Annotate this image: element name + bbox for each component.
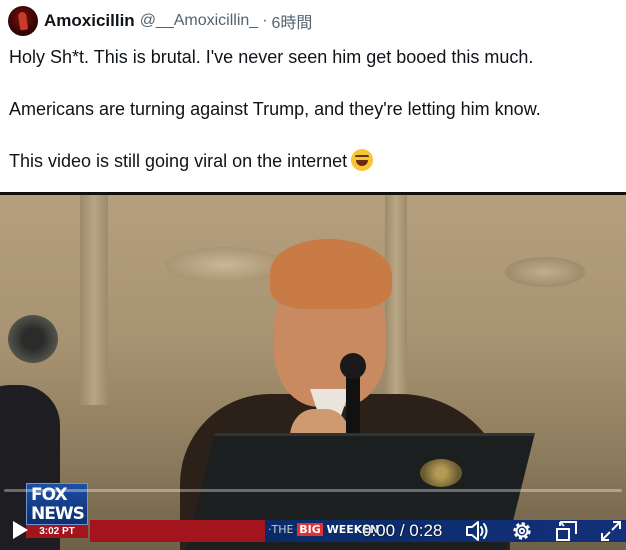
author-handle[interactable]: @__Amoxicillin_ (140, 12, 259, 30)
author-name[interactable]: Amoxicillin (44, 11, 135, 31)
post-line: This video is still going viral on the i… (9, 148, 609, 174)
volume-icon (466, 521, 488, 541)
video-player[interactable]: ·THE BIG WEEKEN FOX NEWS 3:02 PT 0:00 / … (0, 192, 626, 550)
current-time: 0:00 (362, 521, 396, 540)
podium-seal (420, 459, 462, 487)
volume-button[interactable] (464, 518, 490, 544)
post-line: Americans are turning against Trump, and… (9, 99, 541, 119)
progress-bar[interactable] (4, 489, 622, 492)
post-line-text: This video is still going viral on the i… (9, 151, 348, 171)
grinning-squinting-face-icon (351, 149, 374, 171)
post-header: Amoxicillin @__Amoxicillin_ · 6時間 (8, 6, 312, 36)
time-readout: 0:00 / 0:28 (362, 521, 442, 541)
fullscreen-icon (601, 521, 621, 541)
play-icon (13, 521, 28, 539)
video-frame (0, 195, 626, 550)
time-separator: / (399, 521, 405, 540)
fullscreen-button[interactable] (598, 518, 624, 544)
miniplayer-icon (556, 521, 577, 541)
post-line: Holy Sh*t. This is brutal. I've never se… (9, 47, 534, 67)
play-button[interactable] (10, 519, 30, 541)
post-text: Holy Sh*t. This is brutal. I've never se… (9, 44, 609, 174)
avatar[interactable] (8, 6, 38, 36)
duration: 0:28 (409, 521, 443, 540)
settings-button[interactable] (509, 518, 535, 544)
separator-dot: · (262, 12, 268, 29)
gear-icon (513, 522, 531, 540)
video-controls: 0:00 / 0:28 (0, 515, 626, 547)
miniplayer-button[interactable] (554, 518, 580, 544)
post-timestamp[interactable]: 6時間 (272, 9, 313, 33)
logo-line-1: FOX (31, 485, 68, 505)
